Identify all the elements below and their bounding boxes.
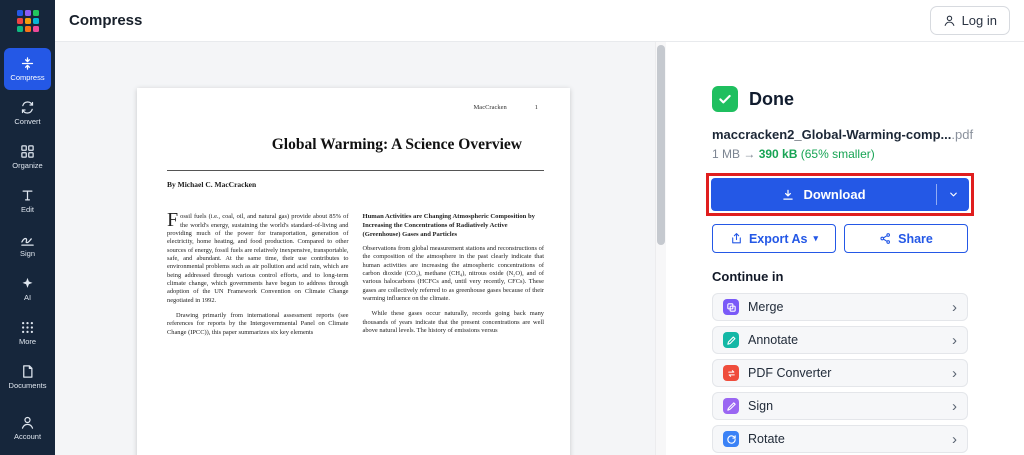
continue-item-pdf-converter[interactable]: PDF Converter ›: [712, 359, 968, 387]
download-split-button[interactable]: Download: [711, 178, 969, 211]
sidebar-item-compress[interactable]: Compress: [4, 48, 51, 90]
chevron-right-icon: ›: [952, 331, 957, 349]
continue-item-sign[interactable]: Sign ›: [712, 392, 968, 420]
sidebar-item-sign[interactable]: Sign: [4, 224, 51, 266]
converter-arrows-icon: [723, 365, 739, 381]
paragraph-text: While these gases occur naturally, recor…: [362, 310, 545, 335]
vertical-scrollbar[interactable]: [655, 42, 666, 455]
download-icon: [781, 188, 795, 202]
pdf-page-preview: MacCracken 1 Global Warming: A Science O…: [137, 88, 570, 455]
column-left: Fossil fuels (i.e., coal, oil, and natur…: [167, 209, 349, 344]
arrow-right-icon: →: [743, 147, 756, 161]
dropcap: F: [167, 209, 179, 232]
share-label: Share: [898, 231, 933, 246]
sidebar-item-organize[interactable]: Organize: [4, 136, 51, 178]
continue-item-rotate[interactable]: Rotate ›: [712, 425, 968, 453]
document-title: Global Warming: A Science Overview: [271, 136, 522, 153]
filename: maccracken2_Global-Warming-comp...: [712, 127, 952, 142]
chevron-right-icon: ›: [952, 397, 957, 415]
convert-icon: [20, 100, 35, 115]
sidebar-item-ai[interactable]: AI: [4, 268, 51, 310]
sidebar-item-edit[interactable]: Edit: [4, 180, 51, 222]
running-head: MacCracken 1: [167, 104, 544, 111]
person-icon: [943, 14, 956, 27]
sidebar-item-documents[interactable]: Documents: [4, 356, 51, 398]
sidebar: Compress Convert Organize Edit Sign AI M…: [0, 42, 55, 455]
rotate-icon: [723, 431, 739, 447]
chevron-right-icon: ›: [952, 298, 957, 316]
document-byline: By Michael C. MacCracken: [167, 180, 257, 190]
download-options-toggle[interactable]: [937, 178, 969, 211]
continue-item-annotate[interactable]: Annotate ›: [712, 326, 968, 354]
page-number: 1: [534, 104, 538, 111]
grid-dots-icon: [20, 320, 35, 335]
result-panel: Done maccracken2_Global-Warming-comp....…: [666, 42, 1024, 455]
paragraph-text: Observations from global measurement sta…: [362, 245, 545, 303]
file-extension: .pdf: [951, 127, 974, 142]
document-icon: [20, 364, 35, 379]
sparkle-icon: [20, 276, 35, 291]
share-button[interactable]: Share: [844, 224, 968, 253]
merge-icon: [723, 299, 739, 315]
scrollbar-thumb[interactable]: [657, 45, 665, 245]
sidebar-item-more[interactable]: More: [4, 312, 51, 354]
section-heading: Human Activities are Changing Atmospheri…: [362, 213, 535, 238]
account-icon: [20, 415, 35, 430]
document-columns: Fossil fuels (i.e., coal, oil, and natur…: [167, 209, 545, 344]
running-head-author: MacCracken: [473, 104, 507, 111]
login-label: Log in: [961, 13, 997, 28]
top-bar: Compress Log in: [0, 0, 1024, 42]
continue-in-heading: Continue in: [712, 269, 784, 284]
chevron-down-icon: [948, 189, 959, 200]
title-divider: [167, 170, 544, 172]
caret-down-icon: ▾: [813, 233, 819, 243]
download-label: Download: [803, 187, 866, 202]
column-right: Human Activities are Changing Atmospheri…: [363, 213, 545, 344]
organize-icon: [20, 144, 35, 159]
sidebar-item-convert[interactable]: Convert: [4, 92, 51, 134]
export-as-button[interactable]: Export As ▾: [712, 224, 836, 253]
signature-icon: [20, 232, 35, 247]
compress-icon: [20, 56, 35, 71]
size-before: 1 MB: [712, 147, 741, 161]
login-button[interactable]: Log in: [929, 6, 1010, 35]
page-title: Compress: [69, 12, 143, 29]
export-as-label: Export As: [748, 231, 808, 246]
success-check-icon: [712, 86, 738, 112]
document-preview-area: MacCracken 1 Global Warming: A Science O…: [55, 42, 655, 455]
sidebar-item-account[interactable]: Account: [4, 407, 51, 449]
secondary-actions-row: Export As ▾ Share: [712, 224, 968, 253]
chevron-right-icon: ›: [952, 430, 957, 448]
status-label: Done: [749, 88, 794, 109]
filename-row: maccracken2_Global-Warming-comp....pdf: [712, 127, 973, 142]
status-row: Done: [712, 86, 968, 112]
logo-grid-icon: [16, 9, 39, 32]
continue-item-merge[interactable]: Merge ›: [712, 293, 968, 321]
paragraph-text: ossil fuels (i.e., coal, oil, and natura…: [167, 213, 349, 304]
paragraph-text: Drawing primarily from international ass…: [167, 311, 349, 336]
size-note: (65% smaller): [800, 147, 875, 161]
text-edit-icon: [20, 188, 35, 203]
annotate-pencil-icon: [723, 332, 739, 348]
download-highlight-box: Download: [706, 173, 974, 216]
download-button[interactable]: Download: [711, 178, 936, 211]
export-icon: [730, 232, 743, 245]
chevron-right-icon: ›: [952, 364, 957, 382]
app-logo[interactable]: [0, 0, 55, 42]
size-after: 390 kB: [758, 147, 798, 161]
sign-pen-icon: [723, 398, 739, 414]
compression-summary: 1 MB → 390 kB (65% smaller): [712, 147, 968, 161]
share-icon: [879, 232, 892, 245]
